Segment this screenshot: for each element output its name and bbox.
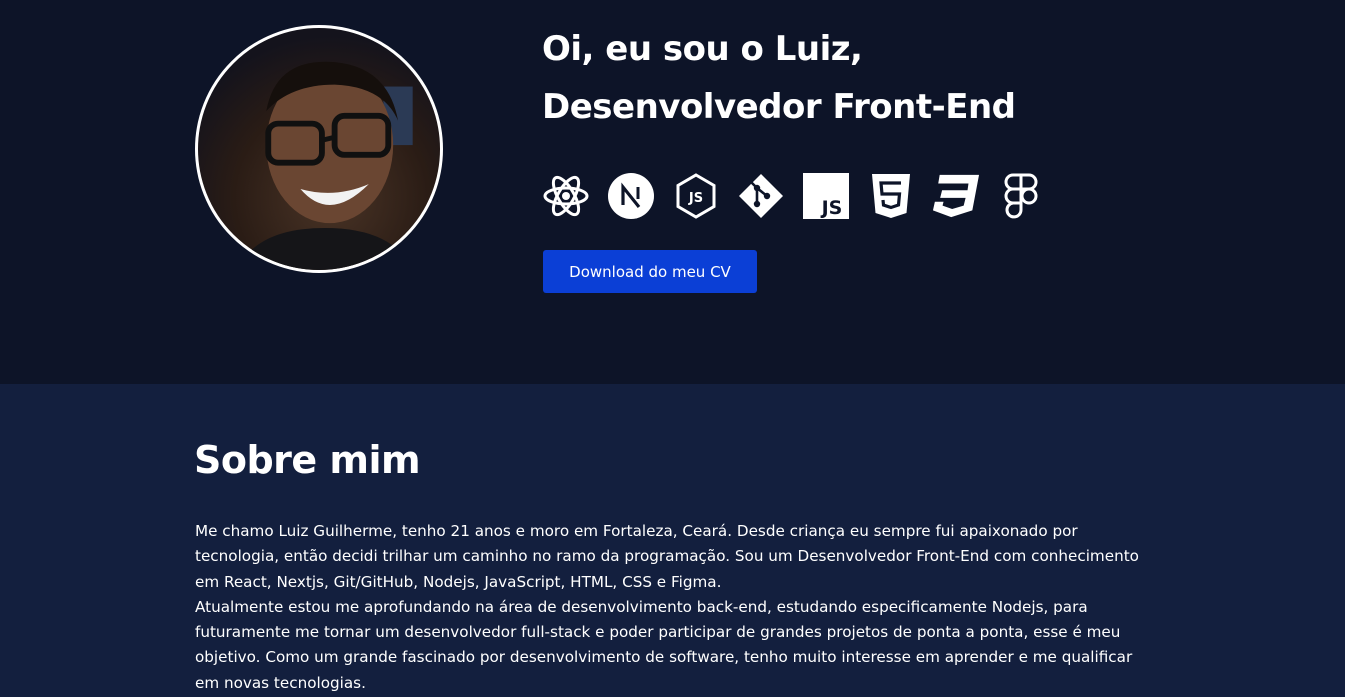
download-cv-button[interactable]: Download do meu CV <box>543 250 757 293</box>
about-paragraph-1: Me chamo Luiz Guilherme, tenho 21 anos e… <box>195 522 1139 591</box>
hero-section: Oi, eu sou o Luiz, Desenvolvedor Front-E… <box>0 0 1345 384</box>
hero-title: Oi, eu sou o Luiz, Desenvolvedor Front-E… <box>542 20 1242 136</box>
hero-title-line2: Desenvolvedor Front-End <box>542 87 1016 127</box>
svg-text:JS: JS <box>688 191 703 206</box>
tech-stack-icons: JS JS <box>542 172 1045 220</box>
javascript-icon: JS <box>802 172 850 220</box>
html5-icon <box>867 172 915 220</box>
css3-icon <box>932 172 980 220</box>
avatar-photo <box>237 61 413 270</box>
figma-icon <box>997 172 1045 220</box>
svg-text:JS: JS <box>820 197 843 219</box>
about-text: Me chamo Luiz Guilherme, tenho 21 anos e… <box>195 519 1155 696</box>
hero-title-line1: Oi, eu sou o Luiz, <box>542 29 863 69</box>
profile-avatar <box>195 25 443 273</box>
nextjs-icon <box>607 172 655 220</box>
about-title: Sobre mim <box>194 438 421 482</box>
git-icon <box>737 172 785 220</box>
react-icon <box>542 172 590 220</box>
about-paragraph-2: Atualmente estou me aprofundando na área… <box>195 597 1133 692</box>
nodejs-icon: JS <box>672 172 720 220</box>
